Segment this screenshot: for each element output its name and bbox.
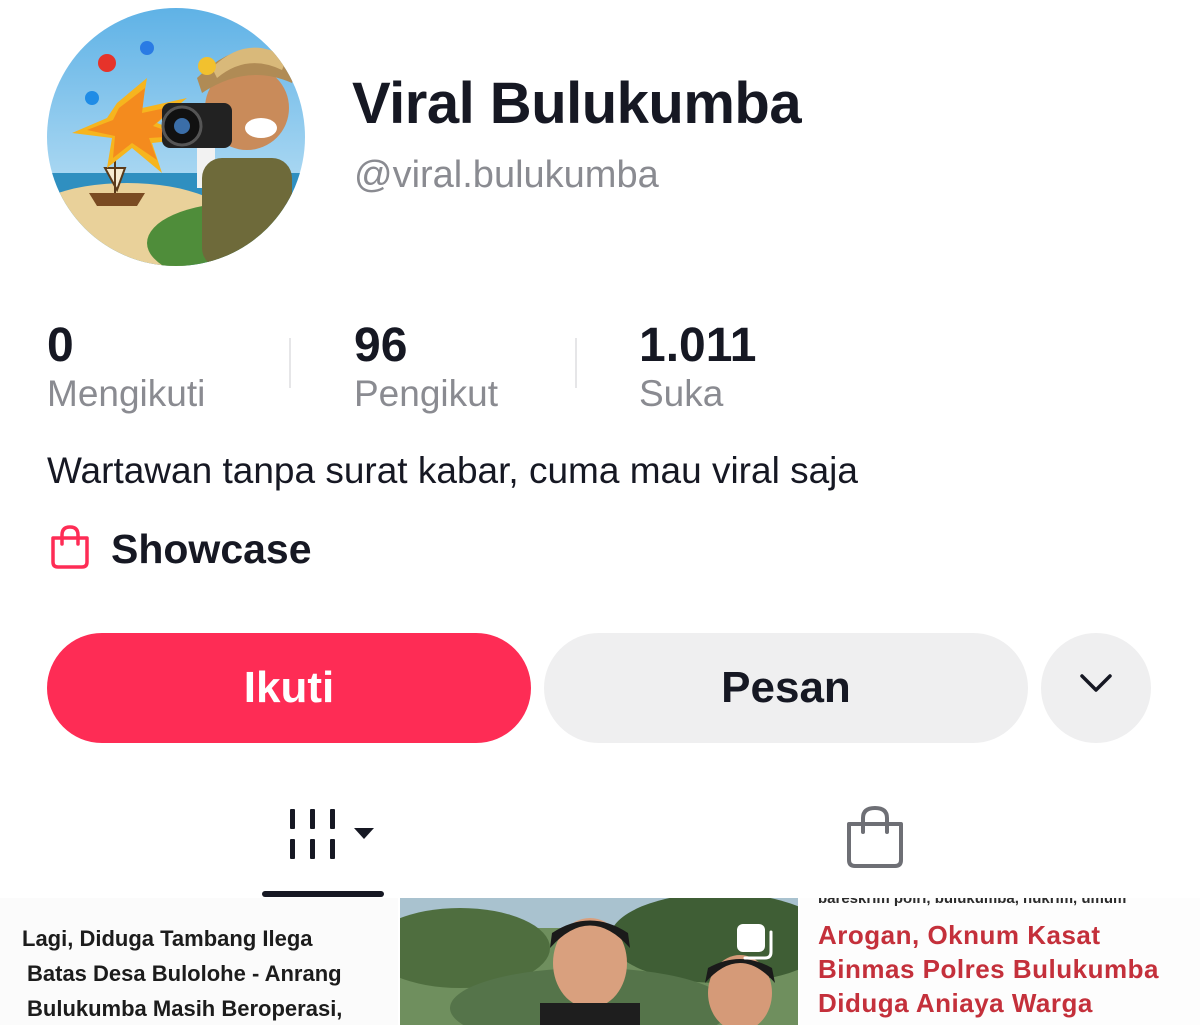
tab-shop[interactable]: [826, 790, 926, 890]
profile-username: @viral.bulukumba: [354, 154, 659, 196]
stat-followers[interactable]: 96 Pengikut: [354, 318, 498, 415]
showcase-label: Showcase: [111, 526, 312, 572]
thumbnail-caption-line: Batas Desa Bulolohe - Anrang: [27, 961, 342, 986]
video-thumbnail[interactable]: [400, 898, 798, 1025]
video-grid-icon: [290, 806, 380, 871]
message-button[interactable]: Pesan: [544, 633, 1028, 743]
stat-likes[interactable]: 1.011 Suka: [639, 318, 756, 415]
follow-button[interactable]: Ikuti: [47, 633, 531, 743]
tab-videos[interactable]: [262, 790, 384, 898]
showcase-link[interactable]: Showcase: [47, 524, 312, 575]
profile-bio: Wartawan tanpa surat kabar, cuma mau vir…: [47, 450, 858, 491]
shopping-bag-icon: [844, 804, 906, 875]
thumbnail-caption-line: Lagi, Diduga Tambang Ilega: [22, 926, 313, 951]
stat-following-label: Mengikuti: [47, 373, 206, 414]
chevron-down-icon: [1076, 663, 1116, 714]
stat-divider: [575, 338, 577, 388]
thumbnail-caption-line: Arogan, Oknum Kasat: [818, 920, 1101, 950]
avatar[interactable]: [47, 8, 305, 266]
thumbnail-caption-line: Bulukumba Masih Beroperasi,: [27, 996, 343, 1021]
stat-followers-value: 96: [354, 319, 408, 372]
stat-likes-value: 1.011: [639, 319, 757, 372]
stat-divider: [289, 338, 291, 388]
profile-display-name: Viral Bulukumba: [352, 71, 802, 136]
more-options-button[interactable]: [1041, 633, 1151, 743]
multi-photo-icon: [735, 922, 775, 967]
stat-following[interactable]: 0 Mengikuti: [47, 318, 205, 415]
thumbnail-caption-line: Diduga Aniaya Warga: [818, 988, 1093, 1018]
video-thumbnail[interactable]: bareskrim polri, bulukumba, hukrim, umum…: [800, 898, 1200, 1025]
active-tab-indicator: [262, 891, 384, 897]
stat-followers-label: Pengikut: [354, 373, 498, 414]
thumbnail-tags: bareskrim polri, bulukumba, hukrim, umum: [818, 898, 1127, 907]
shopping-bag-icon: [47, 524, 93, 575]
stat-following-value: 0: [47, 319, 74, 372]
video-thumbnail[interactable]: Lagi, Diduga Tambang Ilega Batas Desa Bu…: [0, 898, 398, 1025]
avatar-illustration: [47, 8, 305, 266]
thumbnail-caption-line: Binmas Polres Bulukumba: [818, 954, 1159, 984]
stat-likes-label: Suka: [639, 373, 724, 414]
